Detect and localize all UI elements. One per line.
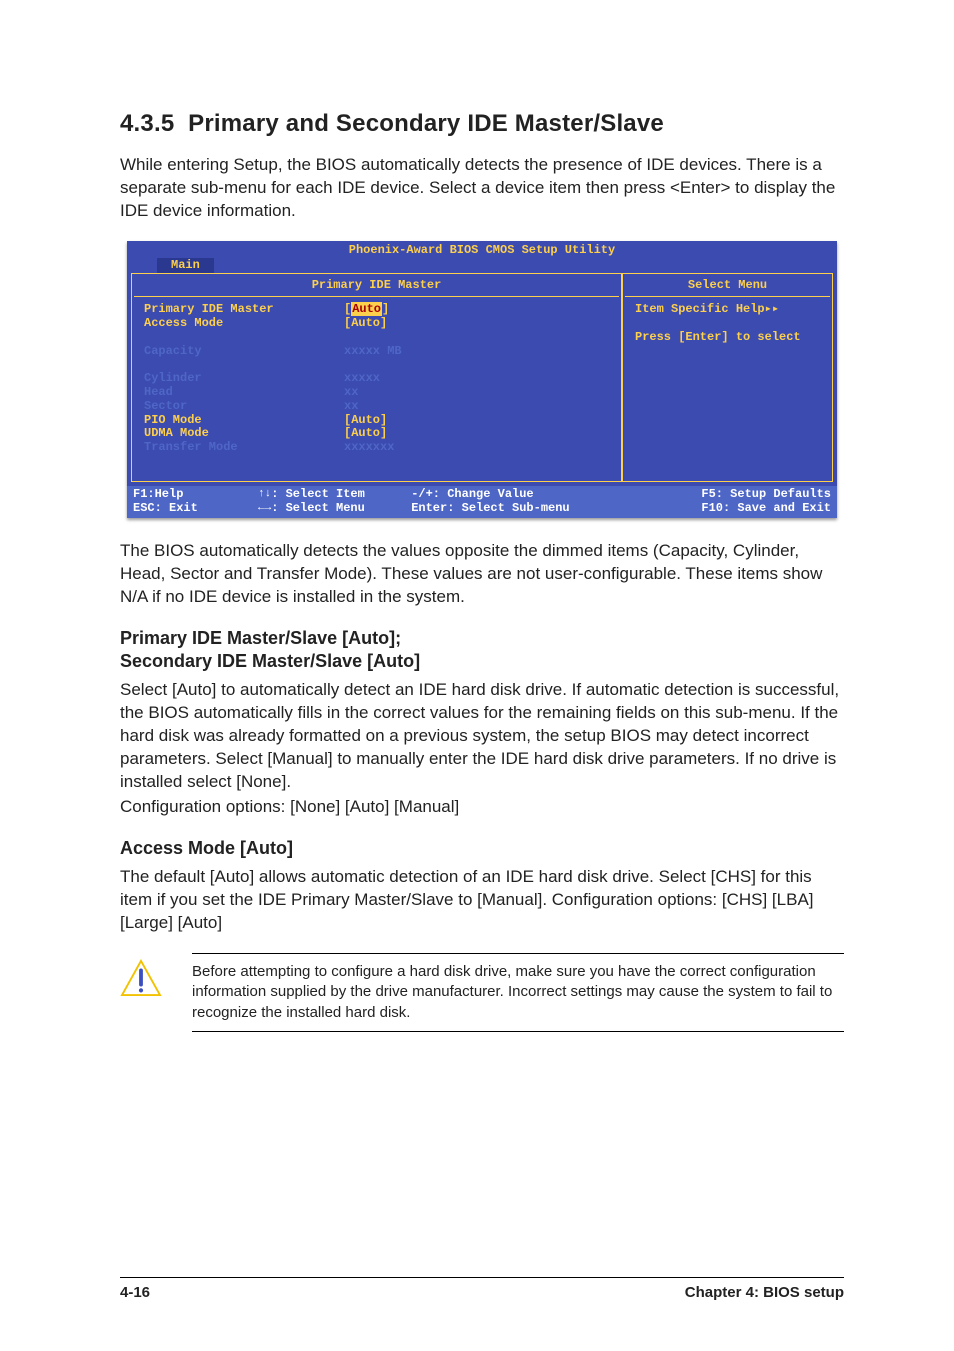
section-title: Primary and Secondary IDE Master/Slave [188,110,664,137]
bios-key-selectmenu: : Select Menu [271,502,411,516]
sub1-body: Select [Auto] to automatically detect an… [120,679,844,794]
bios-left-header: Primary IDE Master [134,276,619,297]
sub1-heading-line2: Secondary IDE Master/Slave [Auto] [120,651,420,671]
bios-row-value: [Auto] [344,317,387,331]
sub1-config-options: Configuration options: [None] [Auto] [Ma… [120,796,844,819]
page: 4.3.5 Primary and Secondary IDE Master/S… [0,0,954,1351]
bios-tab-main[interactable]: Main [157,258,214,274]
bios-row-label: Capacity [144,345,344,359]
updown-icon: ↑↓ [258,488,271,502]
bios-key-selectitem: : Select Item [271,488,411,502]
bios-row-label: Head [144,386,344,400]
section-heading: 4.3.5 Primary and Secondary IDE Master/S… [120,110,844,138]
sub2-heading: Access Mode [Auto] [120,837,844,860]
bios-row: Head xx [144,386,609,400]
bios-row-label: UDMA Mode [144,427,344,441]
bios-row[interactable]: UDMA Mode[Auto] [144,427,609,441]
warning-icon [120,959,162,997]
bios-row-value: xxxxxxx [344,441,394,455]
bios-help-line1: Item Specific Help▸▸ [635,303,820,317]
bios-key-defaults: F5: Setup Defaults [656,488,831,502]
bios-row-value: [Auto] [344,427,387,441]
bios-row-label: PIO Mode [144,414,344,428]
after-bios-paragraph: The BIOS automatically detects the value… [120,540,844,609]
bios-footer: F1:Help ↑↓ : Select Item -/+: Change Val… [127,486,837,518]
bios-row: Capacityxxxxx MB [144,345,609,359]
bios-row-label: Cylinder [144,372,344,386]
bios-config-panel: Primary IDE Master[Auto]Access Mode[Auto… [134,297,619,479]
bios-tabs: Main [127,258,837,274]
bios-row: Transfer Modexxxxxxx [144,441,609,455]
page-footer: 4-16 Chapter 4: BIOS setup [120,1277,844,1301]
bios-right-header: Select Menu [625,276,830,297]
warning-text: Before attempting to configure a hard di… [192,963,832,1021]
bios-key-help: F1:Help [133,488,258,502]
chapter-label: Chapter 4: BIOS setup [685,1284,844,1301]
bios-row [144,331,609,345]
bios-row[interactable]: Access Mode[Auto] [144,317,609,331]
bios-row: Cylinderxxxxx [144,372,609,386]
bios-row[interactable]: Primary IDE Master[Auto] [144,303,609,317]
leftright-icon: ←→ [258,502,271,516]
sub1-heading-line1: Primary IDE Master/Slave [Auto]; [120,628,401,648]
bios-row-value: xx [344,386,358,400]
bios-help-line2: Press [Enter] to select [635,331,820,345]
bios-row [144,358,609,372]
bios-key-saveexit: F10: Save and Exit [656,502,831,516]
bios-row-value: [Auto] [344,303,389,317]
bios-row-value: xxxxx MB [344,345,402,359]
bios-utility-title: Phoenix-Award BIOS CMOS Setup Utility [127,241,837,258]
bios-screenshot: Phoenix-Award BIOS CMOS Setup Utility Ma… [127,241,837,518]
bios-row-label: Primary IDE Master [144,303,344,317]
bios-help-panel: Item Specific Help▸▸ Press [Enter] to se… [625,297,830,479]
intro-paragraph: While entering Setup, the BIOS automatic… [120,154,844,223]
bios-row-value: xxxxx [344,372,380,386]
bios-row-value: xx [344,400,358,414]
bios-row-value: [Auto] [344,414,387,428]
bios-row-label: Access Mode [144,317,344,331]
bios-key-changeval: -/+: Change Value [411,488,656,502]
bios-row: Sector xx [144,400,609,414]
bios-row-label: Sector [144,400,344,414]
bios-row-label: Transfer Mode [144,441,344,455]
bios-key-submenu: Enter: Select Sub-menu [411,502,656,516]
section-number: 4.3.5 [120,110,174,137]
bios-row[interactable]: PIO Mode[Auto] [144,414,609,428]
warning-block: Before attempting to configure a hard di… [120,953,844,1032]
sub2-body: The default [Auto] allows automatic dete… [120,866,844,935]
sub1-heading: Primary IDE Master/Slave [Auto]; Seconda… [120,627,844,674]
page-number: 4-16 [120,1284,150,1301]
bios-key-exit: ESC: Exit [133,502,258,516]
